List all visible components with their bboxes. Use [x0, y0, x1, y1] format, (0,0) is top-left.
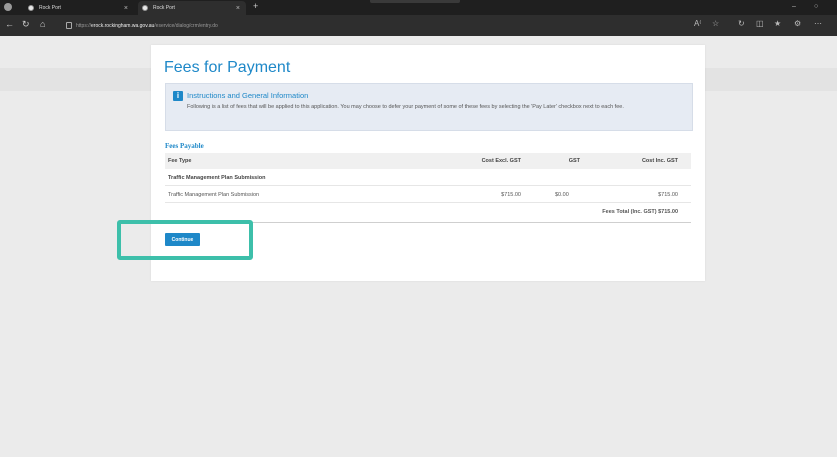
- info-title: Instructions and General Information: [187, 91, 309, 100]
- fee-name: Traffic Management Plan Submission: [168, 192, 260, 198]
- info-icon: i: [173, 91, 183, 101]
- tab-title: Rock Port: [153, 5, 175, 11]
- group-label: Traffic Management Plan Submission: [168, 175, 266, 181]
- fees-total-row: Fees Total (Inc. GST) $715.00: [165, 204, 691, 220]
- maximize-icon[interactable]: ○: [814, 3, 818, 10]
- url-input[interactable]: https://erock.rockingham.wa.gov.au/eserv…: [66, 20, 676, 32]
- highlight-box: [117, 220, 253, 260]
- window-drag-handle[interactable]: [370, 0, 460, 3]
- refresh-page-icon[interactable]: ↻: [738, 19, 745, 28]
- lock-icon: [66, 22, 72, 29]
- url-path: /eservice/dialog/crm/entry.do: [154, 23, 218, 29]
- tab-close-icon[interactable]: ×: [236, 5, 240, 12]
- header-cost-inc: Cost Inc. GST: [641, 158, 678, 164]
- minimize-button[interactable]: –: [792, 3, 796, 10]
- tab-close-icon[interactable]: ×: [124, 5, 128, 12]
- more-menu-icon[interactable]: ⋯: [814, 19, 822, 28]
- table-header-row: Fee Type Cost Excl. GST GST Cost Inc. GS…: [165, 153, 691, 169]
- refresh-icon[interactable]: ↻: [22, 19, 30, 30]
- extensions-icon[interactable]: ⚙: [794, 19, 801, 28]
- fee-gst: $0.00: [555, 192, 569, 198]
- tab-title: Rock Port: [39, 5, 61, 11]
- table-group-row: Traffic Management Plan Submission: [165, 170, 691, 186]
- info-panel: i Instructions and General Information F…: [165, 83, 693, 131]
- split-screen-icon[interactable]: ◫: [756, 19, 764, 28]
- header-cost-excl: Cost Excl. GST: [481, 158, 521, 164]
- page-title: Fees for Payment: [164, 59, 291, 76]
- tab-favicon-icon: [28, 5, 34, 11]
- new-tab-button[interactable]: +: [253, 1, 258, 11]
- url-scheme: https://: [76, 23, 92, 29]
- back-icon[interactable]: ←: [5, 19, 14, 29]
- fees-total: Fees Total (Inc. GST) $715.00: [602, 209, 678, 215]
- fee-cost-inc: $715.00: [658, 192, 678, 198]
- info-body: Following is a list of fees that will be…: [187, 104, 624, 110]
- url-host: erock.rockingham.wa.gov.au: [91, 23, 155, 29]
- browser-tab-bar: Rock Port × Rock Port × + – ○: [0, 0, 837, 15]
- browser-tab-2[interactable]: Rock Port ×: [138, 1, 246, 15]
- home-icon[interactable]: ⌂: [40, 19, 45, 29]
- browser-tab-1[interactable]: Rock Port ×: [24, 1, 134, 15]
- fees-section-label: Fees Payable: [165, 142, 204, 150]
- fee-cost-excl: $715.00: [501, 192, 521, 198]
- table-row: Traffic Management Plan Submission $715.…: [165, 187, 691, 203]
- header-gst: GST: [568, 158, 580, 164]
- address-bar-area: ← ↻ ⌂ https://erock.rockingham.wa.gov.au…: [0, 15, 837, 36]
- favorite-star-icon[interactable]: ☆: [712, 19, 719, 28]
- favorites-icon[interactable]: ★: [774, 19, 781, 28]
- header-fee-type: Fee Type: [168, 158, 192, 164]
- browser-profile-icon[interactable]: [4, 3, 12, 11]
- read-aloud-icon[interactable]: A⁽: [694, 19, 701, 28]
- tab-favicon-icon: [142, 5, 148, 11]
